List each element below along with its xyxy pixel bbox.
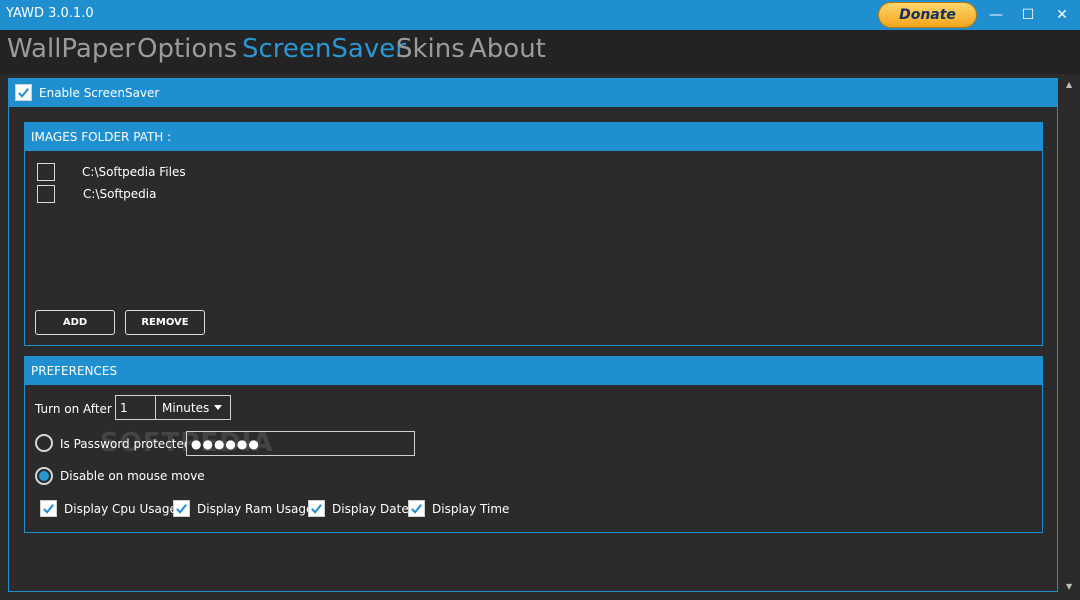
title-bar: YAWD 3.0.1.0 Donate — ☐ ✕ bbox=[0, 0, 1080, 30]
minimize-button[interactable]: — bbox=[980, 0, 1012, 30]
cpu-usage-label: Display Cpu Usage bbox=[64, 502, 177, 516]
preferences-title: PREFERENCES bbox=[31, 364, 118, 378]
enable-screensaver-checkbox[interactable] bbox=[15, 84, 32, 101]
ram-usage-checkbox[interactable] bbox=[173, 500, 190, 517]
maximize-button[interactable]: ☐ bbox=[1012, 0, 1044, 30]
check-icon bbox=[411, 504, 422, 514]
check-icon bbox=[43, 504, 54, 514]
images-folder-title: IMAGES FOLDER PATH : bbox=[31, 130, 172, 144]
tab-skins[interactable]: Skins bbox=[396, 34, 465, 64]
check-icon bbox=[176, 504, 187, 514]
remove-button[interactable]: REMOVE bbox=[125, 310, 205, 335]
tab-options[interactable]: Options bbox=[137, 34, 237, 64]
time-label: Display Time bbox=[432, 502, 510, 516]
folder-path-1: C:\Softpedia Files bbox=[82, 165, 186, 179]
nav-bar: WallPaper Options ScreenSaver Skins Abou… bbox=[0, 30, 1080, 74]
images-folder-section: IMAGES FOLDER PATH : C:\Softpedia Files … bbox=[24, 122, 1043, 346]
vertical-scrollbar[interactable] bbox=[1064, 78, 1078, 592]
enable-screensaver-bar: Enable ScreenSaver bbox=[9, 79, 1057, 107]
unit-select-value: Minutes bbox=[162, 400, 210, 415]
ram-usage-label: Display Ram Usage bbox=[197, 502, 314, 516]
chevron-down-icon bbox=[214, 405, 222, 410]
check-icon bbox=[18, 88, 29, 98]
images-folder-header: IMAGES FOLDER PATH : bbox=[25, 123, 1042, 151]
watermark: SOFTPEDIA bbox=[100, 428, 274, 458]
add-button[interactable]: ADD bbox=[35, 310, 115, 335]
mouse-move-label: Disable on mouse move bbox=[60, 469, 205, 483]
password-radio[interactable] bbox=[35, 434, 53, 452]
app-title: YAWD 3.0.1.0 bbox=[6, 6, 94, 21]
preferences-header: PREFERENCES bbox=[25, 357, 1042, 385]
time-checkbox[interactable] bbox=[408, 500, 425, 517]
tab-about[interactable]: About bbox=[469, 34, 546, 64]
turn-on-input[interactable]: 1 bbox=[115, 395, 156, 420]
scroll-up-icon[interactable]: ▲ bbox=[1066, 80, 1072, 89]
close-button[interactable]: ✕ bbox=[1046, 0, 1078, 30]
scroll-down-icon[interactable]: ▼ bbox=[1066, 582, 1072, 591]
enable-screensaver-label: Enable ScreenSaver bbox=[39, 86, 160, 100]
screensaver-panel: Enable ScreenSaver IMAGES FOLDER PATH : … bbox=[8, 78, 1058, 592]
folder-path-2: C:\Softpedia bbox=[83, 187, 157, 201]
folder-checkbox-1[interactable] bbox=[37, 163, 55, 181]
folder-checkbox-2[interactable] bbox=[37, 185, 55, 203]
turn-on-label: Turn on After : bbox=[35, 402, 120, 416]
donate-button[interactable]: Donate bbox=[878, 2, 977, 28]
check-icon bbox=[311, 504, 322, 514]
tab-screensaver[interactable]: ScreenSaver bbox=[242, 34, 406, 64]
tab-wallpaper[interactable]: WallPaper bbox=[7, 34, 135, 64]
date-label: Display Date bbox=[332, 502, 409, 516]
unit-select[interactable]: Minutes bbox=[155, 395, 231, 420]
mouse-move-radio[interactable] bbox=[35, 467, 53, 485]
cpu-usage-checkbox[interactable] bbox=[40, 500, 57, 517]
date-checkbox[interactable] bbox=[308, 500, 325, 517]
